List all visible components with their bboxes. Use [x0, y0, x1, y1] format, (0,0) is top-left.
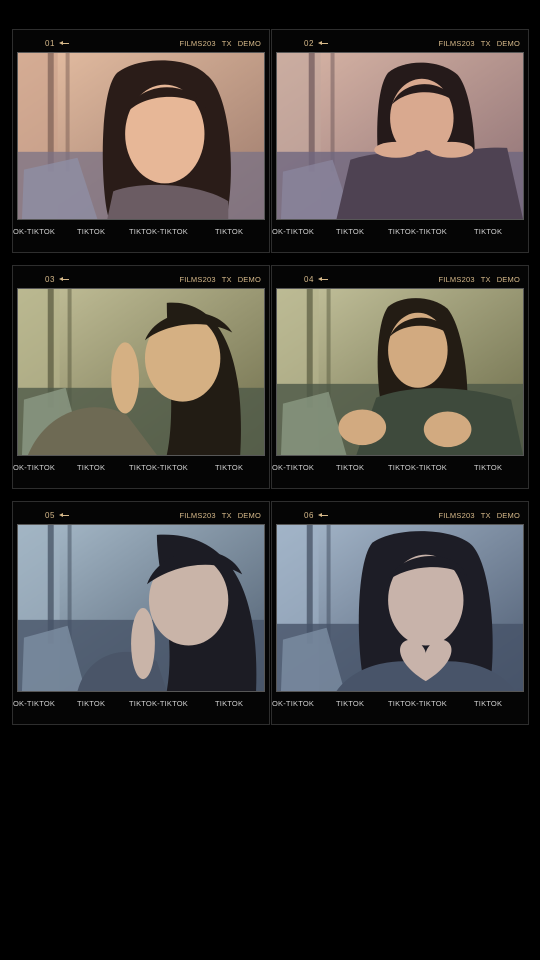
arrow-left-icon — [317, 513, 328, 518]
frame-number: 01 — [45, 39, 69, 48]
selfie-photo — [17, 288, 265, 456]
strip-text: TIKTOK — [336, 463, 365, 472]
strip-text: OK-TIKTOK — [13, 699, 56, 708]
frame-number: 06 — [304, 511, 328, 520]
film-edge-strip: OK-TIKTOK TIKTOK TIKTOK-TIKTOK TIKTOK — [272, 463, 528, 475]
film-edge-strip: OK-TIKTOK TIKTOK TIKTOK-TIKTOK TIKTOK — [13, 463, 269, 475]
strip-text: TIKTOK — [474, 699, 503, 708]
film-edge-strip: OK-TIKTOK TIKTOK TIKTOK-TIKTOK TIKTOK — [272, 227, 528, 239]
frame-number: 05 — [45, 511, 69, 520]
selfie-photo — [17, 52, 265, 220]
tag-label: DEMO — [237, 511, 261, 520]
tag-label: DEMO — [237, 39, 261, 48]
frame-meta: FILMS203 TX DEMO — [433, 39, 521, 48]
mode-label: TX — [221, 39, 232, 48]
arrow-left-icon — [317, 41, 328, 46]
film-frame-04: 04 FILMS203 TX DEMO OK-TIKTOK TIKTOK TIK… — [271, 265, 529, 489]
arrow-left-icon — [58, 41, 69, 46]
strip-text: TIKTOK — [77, 227, 106, 236]
strip-text: TIKTOK — [474, 227, 503, 236]
frame-meta: FILMS203 TX DEMO — [433, 511, 521, 520]
frame-meta: FILMS203 TX DEMO — [174, 275, 262, 284]
strip-text: OK-TIKTOK — [272, 699, 315, 708]
film-edge-strip: OK-TIKTOK TIKTOK TIKTOK-TIKTOK TIKTOK — [272, 699, 528, 711]
selfie-photo — [17, 524, 265, 692]
strip-text: TIKTOK — [77, 463, 106, 472]
strip-text: TIKTOK-TIKTOK — [129, 227, 188, 236]
strip-text: TIKTOK — [77, 699, 106, 708]
strip-text: TIKTOK — [215, 699, 244, 708]
film-frame-01: 01 FILMS203 TX DEMO OK-TIKTOK TIKTOK TIK… — [12, 29, 270, 253]
frame-meta: FILMS203 TX DEMO — [174, 39, 262, 48]
arrow-left-icon — [317, 277, 328, 282]
strip-text: OK-TIKTOK — [272, 463, 315, 472]
strip-text: TIKTOK-TIKTOK — [129, 463, 188, 472]
frame-meta: FILMS203 TX DEMO — [433, 275, 521, 284]
film-edge-strip: OK-TIKTOK TIKTOK TIKTOK-TIKTOK TIKTOK — [13, 227, 269, 239]
strip-text: TIKTOK-TIKTOK — [388, 699, 447, 708]
strip-text: TIKTOK — [215, 227, 244, 236]
photo-frame-grid: 01 FILMS203 TX DEMO OK-TIKTOK TIKTOK TIK… — [12, 29, 529, 725]
film-label: FILMS203 — [179, 511, 216, 520]
strip-text: OK-TIKTOK — [13, 463, 56, 472]
strip-text: TIKTOK — [336, 699, 365, 708]
strip-text: TIKTOK — [474, 463, 503, 472]
film-frame-03: 03 FILMS203 TX DEMO OK-TIKTOK TIKTOK TIK… — [12, 265, 270, 489]
film-label: FILMS203 — [438, 39, 475, 48]
mode-label: TX — [221, 275, 232, 284]
tag-label: DEMO — [496, 275, 520, 284]
mode-label: TX — [480, 275, 491, 284]
mode-label: TX — [221, 511, 232, 520]
arrow-left-icon — [58, 277, 69, 282]
strip-text: TIKTOK — [336, 227, 365, 236]
strip-text: TIKTOK-TIKTOK — [129, 699, 188, 708]
frame-number: 04 — [304, 275, 328, 284]
mode-label: TX — [480, 511, 491, 520]
film-label: FILMS203 — [438, 275, 475, 284]
film-label: FILMS203 — [179, 275, 216, 284]
selfie-photo — [276, 524, 524, 692]
mode-label: TX — [480, 39, 491, 48]
strip-text: OK-TIKTOK — [272, 227, 315, 236]
selfie-photo — [276, 52, 524, 220]
film-label: FILMS203 — [179, 39, 216, 48]
film-edge-strip: OK-TIKTOK TIKTOK TIKTOK-TIKTOK TIKTOK — [13, 699, 269, 711]
strip-text: TIKTOK-TIKTOK — [388, 463, 447, 472]
frame-number: 02 — [304, 39, 328, 48]
arrow-left-icon — [58, 513, 69, 518]
film-label: FILMS203 — [438, 511, 475, 520]
tag-label: DEMO — [496, 39, 520, 48]
film-frame-02: 02 FILMS203 TX DEMO OK-TIKTOK TIKTOK TIK… — [271, 29, 529, 253]
strip-text: TIKTOK — [215, 463, 244, 472]
tag-label: DEMO — [496, 511, 520, 520]
film-frame-06: 06 FILMS203 TX DEMO OK-TIKTOK TIKTOK TIK… — [271, 501, 529, 725]
frame-meta: FILMS203 TX DEMO — [174, 511, 262, 520]
strip-text: TIKTOK-TIKTOK — [388, 227, 447, 236]
strip-text: OK-TIKTOK — [13, 227, 56, 236]
film-frame-05: 05 FILMS203 TX DEMO OK-TIKTOK TIKTOK TIK… — [12, 501, 270, 725]
selfie-photo — [276, 288, 524, 456]
tag-label: DEMO — [237, 275, 261, 284]
frame-number: 03 — [45, 275, 69, 284]
